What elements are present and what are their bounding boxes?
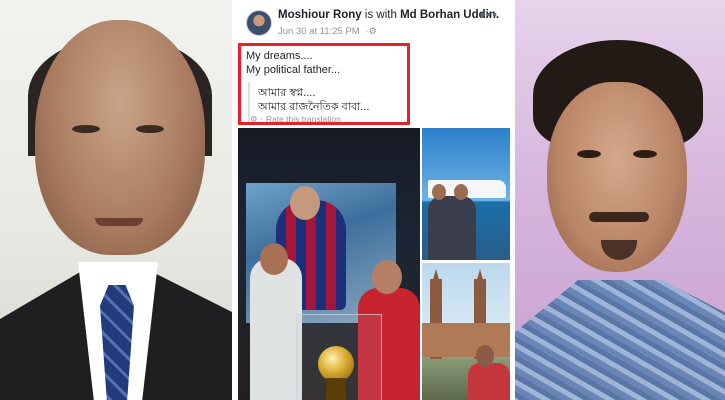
- post-photo-main[interactable]: [238, 128, 420, 400]
- person-head: [476, 345, 494, 367]
- right-eye-shape: [633, 150, 657, 158]
- audience-gear-icon[interactable]: ·⚙: [365, 26, 377, 37]
- rate-translation-label: Rate this translation: [265, 114, 341, 124]
- tower-top-2: [476, 269, 484, 283]
- author-avatar[interactable]: [246, 10, 272, 36]
- face-shape-1: [432, 184, 446, 200]
- post-photo-ship[interactable]: [422, 128, 510, 260]
- post-timestamp: Jun 30 at 11:25 PM ·⚙: [278, 26, 377, 37]
- rate-gear-icon: ⚙ ·: [250, 114, 263, 124]
- person-left-shape: [250, 258, 302, 400]
- trophy-ball-shape: [318, 346, 354, 382]
- trophy-base-shape: [326, 378, 346, 400]
- timestamp-link[interactable]: Jun 30 at 11:25 PM: [278, 26, 360, 37]
- post-header: Moshiour Rony is with Md Borhan Uddin. J…: [236, 0, 510, 44]
- face-shape-2: [454, 184, 468, 200]
- right-portrait-photo: [515, 0, 725, 400]
- with-text: is with: [364, 9, 397, 21]
- person-left-head: [260, 243, 288, 275]
- mustache-shape: [589, 212, 649, 222]
- post-text-line-1: My dreams....: [246, 50, 313, 62]
- right-eye-shape: [136, 125, 164, 133]
- left-eye-shape: [577, 150, 601, 158]
- rate-translation-link[interactable]: ⚙ · Rate this translation: [250, 114, 341, 125]
- player-head-shape: [290, 186, 320, 220]
- post-author-line: Moshiour Rony is with Md Borhan Uddin.: [278, 9, 499, 21]
- building-shape: [422, 323, 510, 357]
- people-shape: [428, 196, 476, 260]
- person-shape: [468, 363, 510, 400]
- shirt-shape: [515, 280, 725, 400]
- facebook-post: Moshiour Rony is with Md Borhan Uddin. J…: [236, 0, 510, 400]
- post-text-line-2: My political father...: [246, 64, 341, 76]
- more-options-icon[interactable]: •••: [480, 6, 498, 22]
- tower-top-1: [432, 269, 440, 283]
- mouth-shape: [95, 218, 143, 226]
- post-photo-towers[interactable]: [422, 263, 510, 400]
- author-name-link[interactable]: Moshiour Rony: [278, 9, 362, 21]
- left-eye-shape: [72, 125, 100, 133]
- left-portrait-photo: [0, 0, 232, 400]
- person-right-head: [372, 260, 402, 294]
